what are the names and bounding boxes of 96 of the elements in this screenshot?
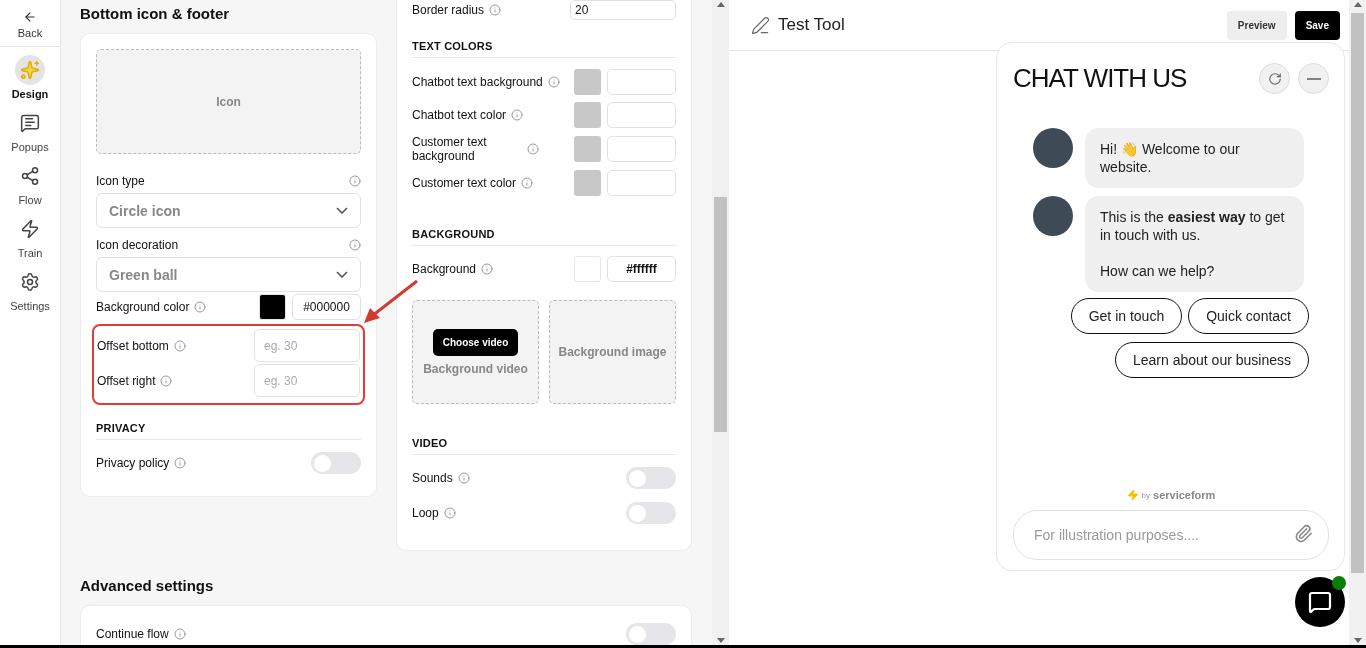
sidebar-item[interactable]: Train (15, 214, 45, 259)
info-icon (173, 339, 186, 352)
select-field[interactable]: Green ball (96, 257, 361, 292)
info-icon (160, 374, 173, 387)
color-input[interactable]: #ffffff (607, 256, 676, 282)
color-swatch[interactable] (259, 294, 286, 320)
info-icon (457, 472, 470, 484)
pencil-icon (751, 15, 770, 35)
upload-label: Background image (558, 345, 667, 359)
field-label: Offset right (97, 373, 156, 388)
sparkles-icon (20, 60, 40, 80)
chevron-down-icon (336, 207, 348, 214)
section-heading: PRIVACY (96, 422, 361, 440)
color-swatch[interactable] (574, 170, 601, 196)
section-heading: BACKGROUND (412, 228, 676, 246)
info-icon (481, 263, 494, 275)
field-label: Icon decoration (96, 238, 179, 252)
upload-area[interactable]: Choose video Background video (412, 300, 539, 404)
sidebar-item[interactable]: Popups (11, 108, 49, 153)
avatar-placeholder (1033, 128, 1073, 168)
toggle-label: Sounds (412, 471, 453, 485)
field-label: Border radius (412, 3, 485, 17)
preview-button[interactable]: Preview (1226, 10, 1287, 40)
color-swatch[interactable] (574, 256, 601, 282)
chevron-down-icon (336, 271, 348, 278)
info-icon (511, 109, 524, 121)
info-icon (349, 239, 361, 251)
by-label: by (1141, 490, 1151, 500)
brand-logo: serviceform (1153, 489, 1216, 501)
info-icon (174, 457, 187, 469)
info-icon (547, 76, 560, 88)
input-field[interactable]: eg. 30 (254, 329, 360, 362)
chat-input[interactable]: For illustration purposes.... (1013, 510, 1329, 560)
field-label: Background color (96, 300, 190, 314)
toggle-switch[interactable] (626, 623, 676, 645)
color-input[interactable]: #000000 (292, 294, 361, 320)
color-input[interactable] (607, 170, 676, 196)
avatar-placeholder (1033, 196, 1073, 236)
select-field[interactable]: Circle icon (96, 193, 361, 228)
scrollbar[interactable] (1349, 0, 1366, 645)
toggle-label: Loop (412, 506, 439, 520)
tool-title: Test Tool (778, 15, 846, 35)
save-button[interactable]: Save (1294, 10, 1340, 40)
color-swatch[interactable] (574, 102, 601, 128)
info-icon (194, 301, 207, 313)
info-icon (173, 628, 186, 640)
info-icon (443, 507, 456, 519)
scrollbar[interactable] (712, 0, 729, 645)
upload-label: Background video (423, 361, 528, 376)
color-input[interactable] (607, 136, 676, 162)
refresh-button[interactable] (1259, 63, 1290, 94)
color-swatch[interactable] (574, 69, 601, 95)
input-field[interactable]: 20 (570, 0, 676, 20)
toggle-label: Privacy policy (96, 456, 170, 470)
share-nodes-icon (20, 166, 40, 186)
field-label: Chatbot text background (412, 75, 543, 89)
field-label: Customer text color (412, 176, 517, 190)
toggle-switch[interactable] (311, 452, 361, 474)
sidebar-item[interactable]: Settings (10, 267, 50, 312)
field-label: Customer text background (412, 135, 488, 163)
chat-bubble-icon (1308, 590, 1332, 614)
back-button[interactable]: Back (0, 0, 61, 47)
sidebar-item[interactable]: Flow (15, 161, 45, 206)
info-icon (489, 4, 502, 16)
toggle-switch[interactable] (626, 502, 676, 524)
message-text: Hi! 👋 Welcome to our website. (1100, 140, 1241, 176)
lightning-icon (20, 219, 40, 239)
color-input[interactable] (607, 102, 676, 128)
color-input[interactable] (607, 69, 676, 95)
chat-title: CHAT WITH US (1013, 63, 1188, 94)
input-field[interactable]: eg. 30 (254, 364, 360, 397)
info-icon (527, 143, 539, 155)
info-icon (521, 177, 534, 189)
info-icon (349, 175, 361, 187)
section-title: Bottom icon & footer (80, 5, 231, 22)
section-title: Advanced settings (80, 577, 215, 594)
message-text: This is the easiest way to get in touch with us. (1100, 208, 1286, 244)
minimize-button[interactable] (1298, 63, 1329, 94)
message-text: How can we help? (1100, 262, 1216, 280)
field-label: Background (412, 262, 477, 276)
refresh-icon (1267, 71, 1282, 86)
toggle-switch[interactable] (626, 467, 676, 489)
field-label: Chatbot text color (412, 108, 507, 122)
section-heading: TEXT COLORS (412, 40, 676, 58)
settings-icon (20, 272, 40, 292)
field-label: Icon type (96, 174, 145, 188)
choose-video-button[interactable]: Choose video (432, 328, 519, 356)
paperclip-icon[interactable] (1294, 524, 1313, 543)
section-heading: VIDEO (412, 437, 676, 455)
color-swatch[interactable] (574, 136, 601, 162)
chat-launcher-button[interactable] (1295, 577, 1345, 627)
message-icon (20, 113, 40, 133)
toggle-label: Continue flow (96, 627, 169, 641)
minus-icon (1306, 77, 1321, 80)
lightning-icon (1126, 489, 1139, 501)
field-label: Offset bottom (97, 338, 169, 353)
